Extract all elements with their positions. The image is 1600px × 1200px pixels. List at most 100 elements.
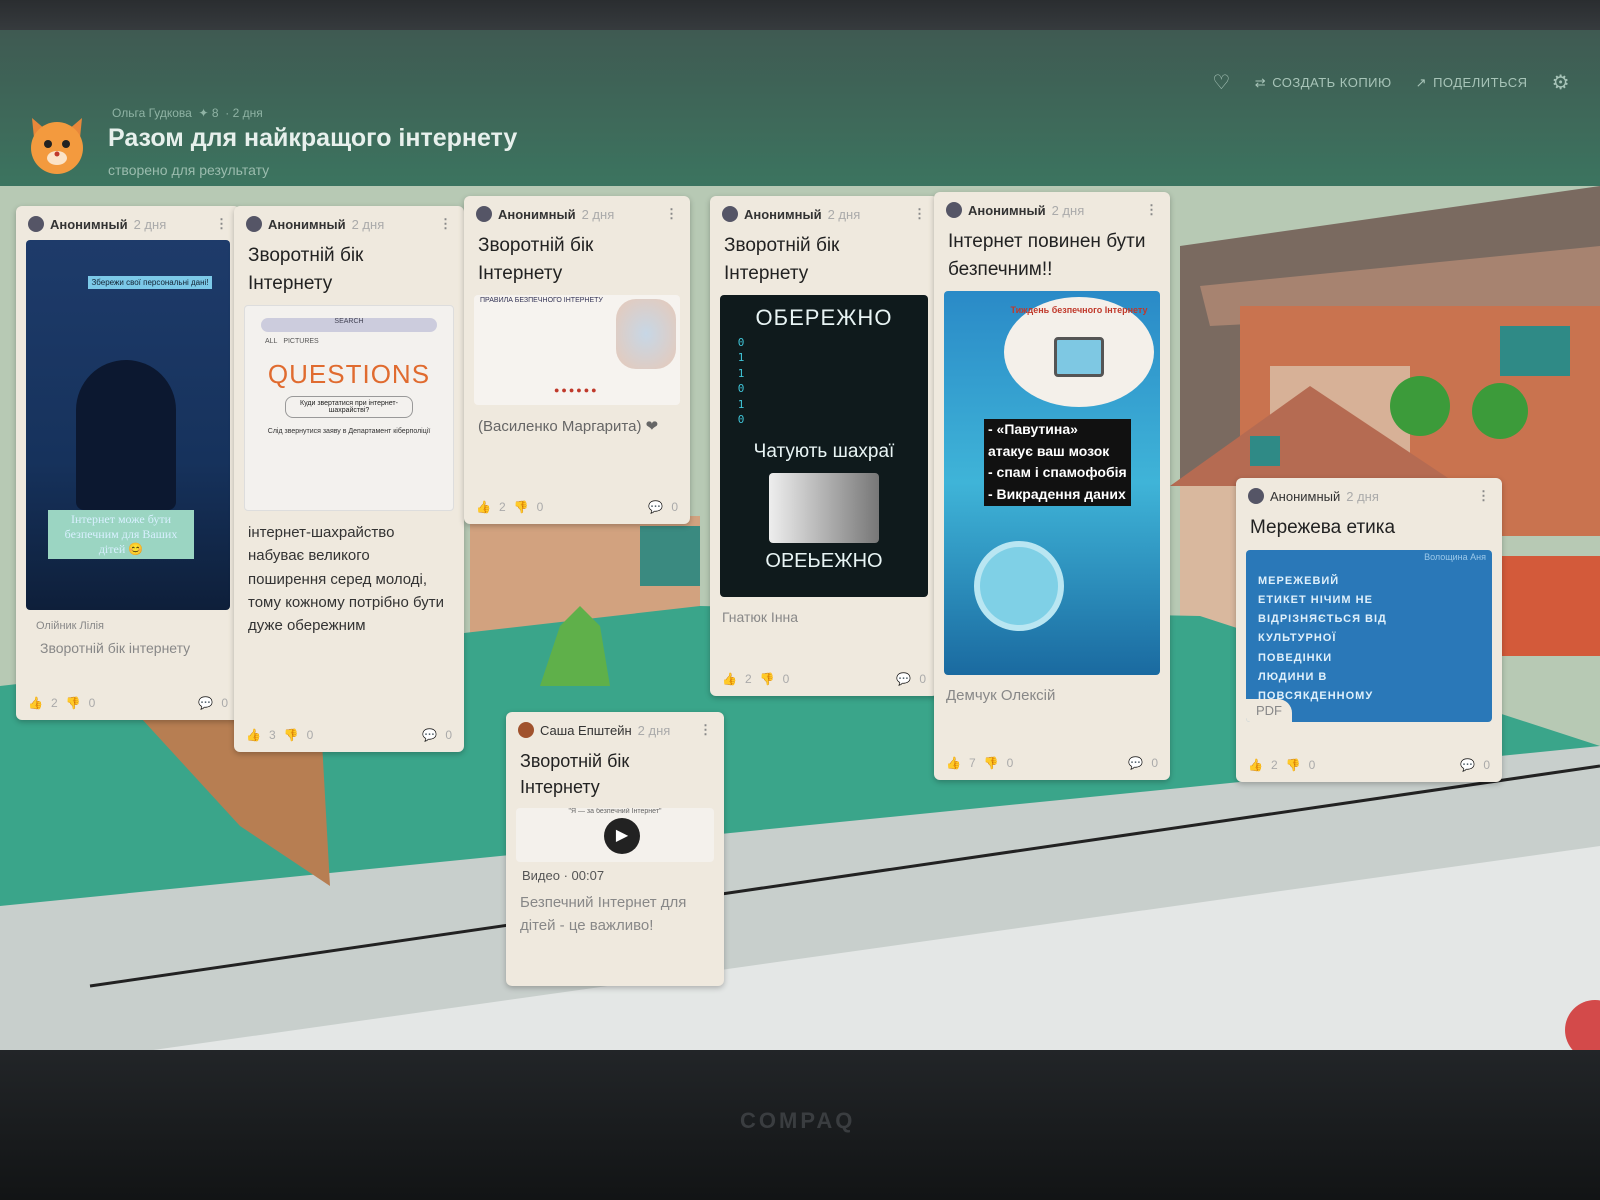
user-avatar-icon bbox=[518, 722, 534, 738]
post-image[interactable]: ПРАВИЛА БЕЗПЕЧНОГО ІНТЕРНЕТУ ●●●●●● bbox=[474, 295, 680, 406]
pdf-preview[interactable]: Волощина Аня МЕРЕЖЕВИЙ ЕТИКЕТ НІЧИМ НЕ В… bbox=[1246, 549, 1492, 722]
more-icon[interactable]: ⋮ bbox=[215, 216, 228, 232]
anonymous-avatar-icon bbox=[476, 206, 492, 222]
anonymous-avatar-icon bbox=[1248, 488, 1264, 504]
more-icon[interactable]: ⋮ bbox=[665, 206, 678, 222]
comment-count: 0 bbox=[221, 696, 228, 710]
like-icon[interactable]: 👍 bbox=[946, 756, 961, 770]
like-count: 7 bbox=[968, 756, 976, 770]
dislike-icon[interactable]: 👎 bbox=[66, 696, 81, 710]
share-button[interactable]: ↗ ПОДЕЛИТЬСЯ bbox=[1416, 75, 1528, 91]
dislike-icon[interactable]: 👎 bbox=[760, 672, 775, 686]
card-title: Зворотній бік Інтернету bbox=[520, 751, 630, 798]
poster-line: - Викрадення даних bbox=[984, 484, 1131, 506]
image-splash bbox=[616, 299, 676, 370]
dislike-icon[interactable]: 👎 bbox=[284, 728, 299, 742]
board-likes: 8 bbox=[211, 106, 219, 120]
tab-all: ALL bbox=[265, 338, 278, 346]
post-card[interactable]: Анонимный 2 дня ⋮ Мережева етика Волощин… bbox=[1236, 478, 1502, 782]
more-icon[interactable]: ⋮ bbox=[1477, 488, 1490, 504]
brand-logo: COMPAQ bbox=[740, 1108, 856, 1133]
author-name[interactable]: Ольга Гудкова bbox=[112, 106, 192, 120]
dislike-icon[interactable]: 👎 bbox=[984, 756, 999, 770]
card-footer: 👍 2 👎 0 💬 0 bbox=[1248, 758, 1490, 772]
like-icon[interactable]: 👍 bbox=[476, 500, 491, 514]
anonymous-avatar-icon bbox=[946, 202, 962, 218]
card-footer: 👍 2 👎 0 💬 0 bbox=[722, 672, 926, 686]
poster-line: - «Павутина» bbox=[984, 419, 1131, 441]
card-author: Анонимный bbox=[268, 216, 346, 232]
share-icon: ↗ bbox=[1415, 74, 1428, 90]
card-title: Зворотній бік Інтернету bbox=[724, 235, 840, 284]
dislike-icon[interactable]: 👎 bbox=[1286, 758, 1301, 772]
card-time: 2 дня bbox=[133, 216, 167, 232]
dislike-icon[interactable]: 👎 bbox=[514, 500, 529, 514]
more-icon[interactable]: ⋮ bbox=[913, 206, 926, 222]
heart-icon[interactable]: ♡ bbox=[1212, 70, 1230, 95]
cat-avatar-icon[interactable] bbox=[24, 110, 90, 176]
share-label: ПОДЕЛИТЬСЯ bbox=[1433, 75, 1528, 90]
comment-icon[interactable]: 💬 bbox=[648, 500, 663, 514]
card-author: Анонимный bbox=[744, 206, 822, 222]
file-type-badge: PDF bbox=[1246, 698, 1292, 722]
anonymous-avatar-icon bbox=[246, 216, 262, 232]
anonymous-avatar-icon bbox=[722, 206, 738, 222]
anonymous-avatar-icon bbox=[28, 216, 44, 232]
like-icon[interactable]: 👍 bbox=[246, 728, 261, 742]
pdf-text: МЕРЕЖЕВИЙ ЕТИКЕТ НІЧИМ НЕ ВІДРІЗНЯЄТЬСЯ … bbox=[1258, 574, 1387, 703]
post-image[interactable]: Тиждень безпечного Інтернету - «Павутина… bbox=[944, 291, 1160, 676]
card-author: Анонимный bbox=[498, 206, 576, 222]
questions-word: QUESTIONS bbox=[267, 359, 431, 390]
more-icon[interactable]: ⋮ bbox=[699, 722, 712, 738]
image-bottom-text: ОБЕРЕЖНО bbox=[765, 548, 883, 571]
create-copy-button[interactable]: ⇄ СОЗДАТЬ КОПИЮ bbox=[1255, 75, 1392, 91]
like-icon[interactable]: 👍 bbox=[1248, 758, 1263, 772]
post-card[interactable]: Анонимный 2 дня ⋮ Зворотній бік Інтернет… bbox=[710, 196, 938, 696]
video-thumbnail[interactable]: "Я — за безпечний Інтернет" ▶ bbox=[516, 808, 714, 863]
card-footer: 👍 2 👎 0 💬 0 bbox=[476, 500, 678, 514]
dislike-count: 0 bbox=[1308, 758, 1316, 772]
padlock-icon bbox=[974, 541, 1064, 632]
card-time: 2 дня bbox=[581, 206, 615, 222]
comment-icon[interactable]: 💬 bbox=[198, 696, 213, 710]
comment-count: 0 bbox=[1483, 758, 1490, 772]
hacker-figure bbox=[76, 360, 176, 510]
card-caption: Зворотній бік інтернету bbox=[40, 640, 191, 656]
card-header: Анонимный 2 дня ⋮ bbox=[1236, 478, 1502, 508]
comment-icon[interactable]: 💬 bbox=[1128, 756, 1143, 770]
dislike-count: 0 bbox=[782, 672, 790, 686]
card-caption: Демчук Олексій bbox=[946, 687, 1056, 705]
post-image[interactable]: Збережи свої персональні дані! Інтернет … bbox=[26, 240, 230, 610]
image-mid-text: Чатують шахраї bbox=[753, 441, 895, 463]
comment-count: 0 bbox=[1151, 756, 1158, 770]
like-count: 2 bbox=[50, 696, 58, 710]
poster-line: - спам і спамофобія bbox=[984, 462, 1131, 485]
more-icon[interactable]: ⋮ bbox=[439, 216, 452, 232]
image-question-box: Куди звертатися при інтернет-шахрайстві? bbox=[285, 396, 413, 419]
like-count: 2 bbox=[1270, 758, 1278, 772]
play-icon[interactable]: ▶ bbox=[604, 818, 640, 855]
card-footer: 👍 7 👎 0 💬 0 bbox=[946, 756, 1158, 770]
card-caption: Гнатюк Інна bbox=[722, 609, 799, 626]
video-duration: 00:07 bbox=[571, 868, 605, 884]
like-icon[interactable]: 👍 bbox=[722, 672, 737, 686]
post-card[interactable]: Анонимный 2 дня ⋮ Інтернет повинен бути … bbox=[934, 192, 1170, 780]
like-icon[interactable]: 👍 bbox=[28, 696, 43, 710]
card-header: Анонимный 2 дня ⋮ bbox=[934, 192, 1170, 222]
comment-icon[interactable]: 💬 bbox=[422, 728, 437, 742]
comment-icon[interactable]: 💬 bbox=[896, 672, 911, 686]
post-card[interactable]: Анонимный 2 дня ⋮ Зворотній бік Інтернет… bbox=[464, 196, 690, 524]
post-image[interactable]: SEARCH ALL PICTURES QUESTIONS Куди зверт… bbox=[244, 305, 454, 512]
header-actions: ♡ ⇄ СОЗДАТЬ КОПИЮ ↗ ПОДЕЛИТЬСЯ ⚙ bbox=[1212, 70, 1570, 95]
binary-code: 011010 bbox=[737, 336, 745, 427]
post-card[interactable]: Саша Епштейн 2 дня ⋮ Зворотній бік Інтер… bbox=[506, 712, 724, 986]
comment-icon[interactable]: 💬 bbox=[1460, 758, 1475, 772]
more-icon[interactable]: ⋮ bbox=[1145, 202, 1158, 218]
post-card[interactable]: Анонимный 2 дня ⋮ Зворотній бік Інтернет… bbox=[234, 206, 464, 752]
comment-count: 0 bbox=[919, 672, 926, 686]
card-footer: 👍 3 👎 0 💬 0 bbox=[246, 728, 452, 742]
gear-icon[interactable]: ⚙ bbox=[1552, 70, 1570, 95]
post-card[interactable]: Анонимный 2 дня ⋮ Збережи свої персональ… bbox=[16, 206, 240, 720]
image-credit: Олійник Лілія bbox=[36, 620, 105, 632]
post-image[interactable]: ОБЕРЕЖНО 011010 Чатують шахраї ОБЕРЕЖНО bbox=[720, 295, 928, 598]
